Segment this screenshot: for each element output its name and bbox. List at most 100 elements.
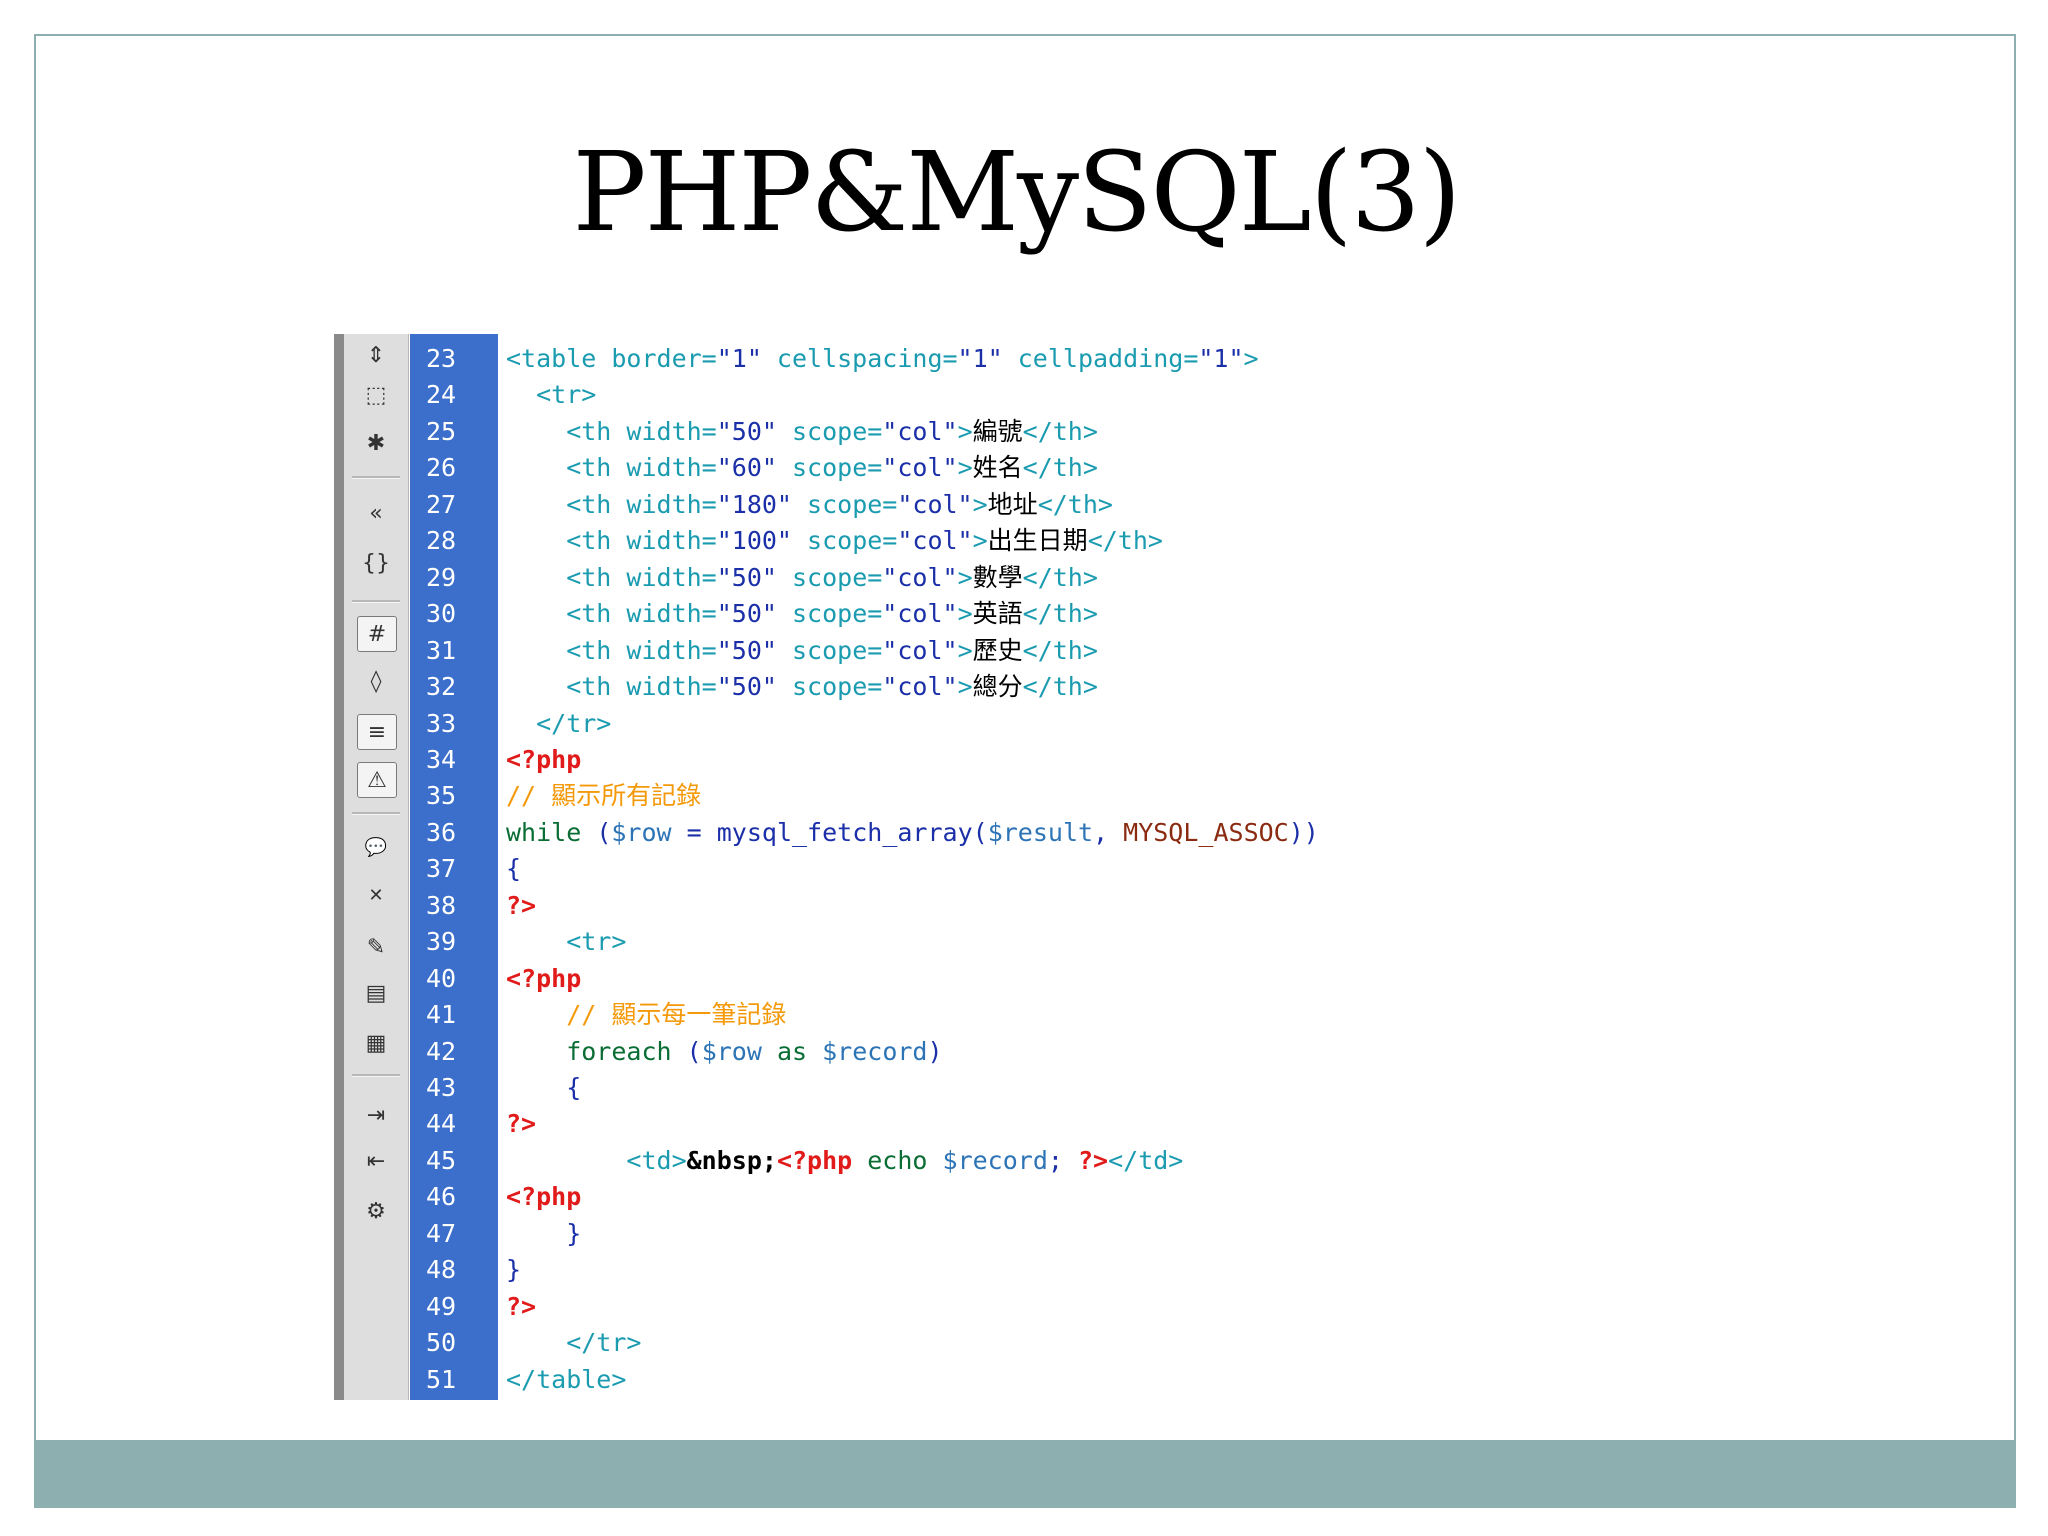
code-token: foreach [506, 1037, 672, 1066]
line-number: 36 [426, 818, 457, 847]
code-token: "180" [716, 490, 792, 519]
code-line[interactable]: <?php [506, 961, 581, 997]
code-line[interactable]: <?php [506, 1179, 581, 1215]
code-token: <th width= [506, 636, 717, 665]
indent-code-icon[interactable]: ⇥ [357, 1098, 395, 1132]
code-token: </th> [1022, 672, 1098, 701]
code-line[interactable]: </tr> [506, 706, 611, 742]
code-token: > [957, 453, 973, 482]
code-line[interactable]: <td>&nbsp;<?php echo $record; ?></td> [506, 1143, 1183, 1179]
code-token: 姓名 [972, 453, 1023, 482]
code-token: <th width= [506, 563, 717, 592]
line-number: 51 [426, 1365, 457, 1394]
code-token: > [957, 672, 973, 701]
code-line[interactable]: </tr> [506, 1325, 641, 1361]
code-line[interactable]: <th width="50" scope="col">數學</th> [506, 560, 1098, 596]
line-number: 42 [426, 1037, 457, 1066]
line-numbers-icon[interactable]: # [357, 616, 397, 652]
code-token: // 顯示每一筆記錄 [506, 1000, 787, 1029]
code-line[interactable]: <?php [506, 742, 581, 778]
remove-comment-icon[interactable]: ✕ [357, 878, 395, 912]
code-token: = [671, 818, 717, 847]
code-line[interactable]: <th width="50" scope="col">編號</th> [506, 414, 1098, 450]
code-line[interactable]: // 顯示所有記錄 [506, 778, 701, 814]
code-token: 英語 [972, 599, 1023, 628]
code-token: </th> [1022, 599, 1098, 628]
code-area: <table border="1" cellspacing="1" cellpa… [506, 334, 1436, 1400]
code-token: ( [671, 1037, 702, 1066]
code-token: </tr> [506, 1328, 642, 1357]
code-line[interactable]: <th width="180" scope="col">地址</th> [506, 487, 1113, 523]
toolbar-separator [352, 1074, 400, 1077]
code-token: ) [927, 1037, 943, 1066]
code-token: ?> [506, 1109, 537, 1138]
code-token: <th width= [506, 672, 717, 701]
code-line[interactable]: foreach ($row as $record) [506, 1034, 943, 1070]
move-css-icon[interactable]: ▦ [357, 1026, 395, 1060]
line-number: 23 [426, 344, 457, 373]
outdent-code-icon[interactable]: ⇤ [357, 1144, 395, 1178]
code-token: "50" [716, 417, 777, 446]
recent-snippets-icon[interactable]: ▤ [357, 976, 395, 1010]
select-parent-tag-icon[interactable]: « [357, 496, 395, 530]
code-line[interactable]: { [506, 1070, 581, 1106]
code-token: // 顯示所有記錄 [506, 781, 702, 810]
balance-braces-icon[interactable]: {} [357, 546, 395, 580]
code-token: "50" [716, 563, 777, 592]
syntax-error-alerts-icon[interactable]: ⚠ [357, 762, 397, 798]
code-token: scope= [776, 417, 883, 446]
code-line[interactable]: <tr> [506, 377, 596, 413]
code-token: "1" [957, 344, 1003, 373]
code-line[interactable]: <th width="60" scope="col">姓名</th> [506, 450, 1098, 486]
highlight-invalid-code-icon[interactable]: ◊ [357, 664, 395, 698]
expand-all-icon[interactable]: ✱ [357, 426, 395, 460]
code-token: <tr> [506, 380, 597, 409]
code-token: } [506, 1255, 522, 1284]
line-number: 34 [426, 745, 457, 774]
code-line[interactable]: <th width="50" scope="col">總分</th> [506, 669, 1098, 705]
code-token: <?php [506, 745, 582, 774]
code-token: > [972, 526, 988, 555]
code-token: "100" [716, 526, 792, 555]
apply-comment-icon[interactable]: 💬 [357, 830, 395, 864]
line-number: 27 [426, 490, 457, 519]
code-token: <th width= [506, 599, 717, 628]
wrap-tag-icon[interactable]: ✎ [357, 930, 395, 964]
code-token: "60" [716, 453, 777, 482]
code-token: "col" [882, 599, 958, 628]
code-line[interactable]: <th width="100" scope="col">出生日期</th> [506, 523, 1163, 559]
code-line[interactable]: </table> [506, 1362, 626, 1398]
code-line[interactable]: <table border="1" cellspacing="1" cellpa… [506, 341, 1259, 377]
code-line[interactable]: ?> [506, 1289, 536, 1325]
code-token: 數學 [972, 563, 1023, 592]
code-line[interactable]: while ($row = mysql_fetch_array($result,… [506, 815, 1319, 851]
collapse-selection-icon[interactable]: ⬚ [357, 378, 395, 412]
line-number: 39 [426, 927, 457, 956]
line-number: 26 [426, 453, 457, 482]
code-line[interactable]: <tr> [506, 924, 626, 960]
format-source-code-icon[interactable]: ⚙ [357, 1194, 395, 1228]
footer-bar [34, 1440, 2016, 1508]
code-token: </th> [1022, 417, 1098, 446]
code-token: "col" [882, 672, 958, 701]
code-token: <th width= [506, 490, 717, 519]
toolbar-separator [352, 812, 400, 815]
code-line[interactable]: <th width="50" scope="col">英語</th> [506, 596, 1098, 632]
code-token: 出生日期 [987, 526, 1088, 555]
word-wrap-icon[interactable]: ≡ [357, 714, 397, 750]
code-token: scope= [791, 526, 898, 555]
code-line[interactable]: // 顯示每一筆記錄 [506, 997, 786, 1033]
code-token: { [506, 854, 522, 883]
code-line[interactable]: } [506, 1252, 521, 1288]
code-line[interactable]: ?> [506, 1106, 536, 1142]
slide-frame: PHP&MySQL(3) ⇕ ⬚ ✱ « {} # ◊ ≡ ⚠ 💬 ✕ ✎ ▤ ▦ ⇥ ⇤ ⚙ 23 24 25 26… [34, 34, 2016, 1508]
code-line[interactable]: { [506, 851, 521, 887]
code-line[interactable]: ?> [506, 888, 536, 924]
code-token: </th> [1022, 453, 1098, 482]
collapse-full-tag-icon[interactable]: ⇕ [357, 338, 395, 372]
code-token: <th width= [506, 453, 717, 482]
code-line[interactable]: <th width="50" scope="col">歷史</th> [506, 633, 1098, 669]
code-line[interactable]: } [506, 1216, 581, 1252]
code-token: <table border= [506, 344, 717, 373]
code-token: "50" [716, 636, 777, 665]
